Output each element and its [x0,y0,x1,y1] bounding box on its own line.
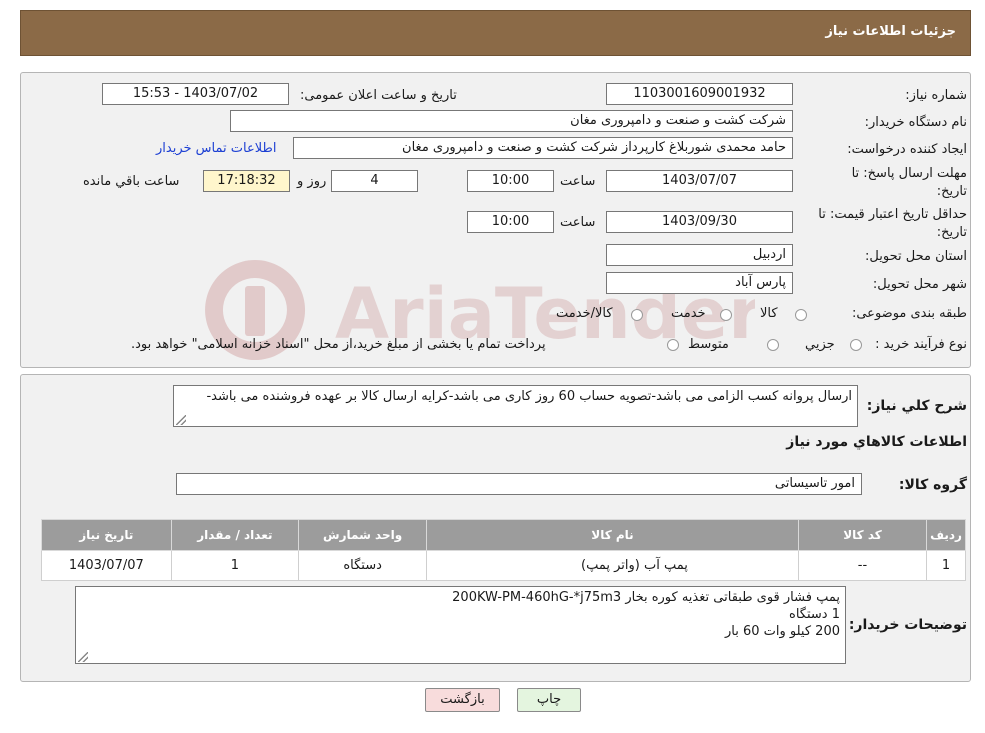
reply-deadline-label-date: تاریخ: [936,184,967,199]
reply-date-field: 1403/07/07 [606,170,793,192]
creator-label: ایجاد کننده درخواست: [847,142,967,157]
process-note: پرداخت تمام یا بخشی از مبلغ خرید،از محل … [131,337,546,352]
price-time-field: 10:00 [467,211,554,233]
page-title: جزئیات اطلاعات نیاز [825,24,956,39]
cell-quantity: 1 [170,550,300,581]
price-validity-label: حداقل تاریخ اعتبار قیمت: تا [818,207,967,222]
col-row: رديف [926,519,966,551]
col-item-name: نام کالا [426,519,799,551]
reply-deadline-label: مهلت ارسال پاسخ: تا [851,166,967,181]
cell-item-code: -- [797,550,928,581]
category-radio-goods[interactable] [795,309,807,321]
category-option-goods: کالا [760,306,778,321]
cell-row: 1 [926,550,966,581]
col-item-code: کد کالا [797,519,928,551]
reply-time-field: 10:00 [467,170,554,192]
need-number-field: 1103001609001932 [606,83,793,105]
col-quantity: تعداد / مقدار [170,519,300,551]
process-radio-medium[interactable] [767,339,779,351]
buyer-contact-link[interactable]: اطلاعات تماس خریدار [156,141,276,156]
category-option-service: خدمت [671,306,706,321]
buyer-notes-line-2: 1 دستگاه [789,607,840,622]
description-text: ارسال پروانه کسب الزامی می باشد-تصویه حس… [206,389,852,404]
buyer-notes-textarea[interactable]: پمپ فشار قوی طبقاتی تغذیه کوره بخار 200K… [75,586,846,664]
cell-unit: دستگاه [298,550,428,581]
resize-grip-icon[interactable] [78,652,88,662]
city-label: شهر محل تحویل: [872,277,967,292]
category-label: طبقه بندی موضوعی: [851,306,967,321]
creator-field: حامد محمدی شوربلاغ کارپرداز شرکت کشت و ص… [293,137,793,159]
process-label: نوع فرآیند خرید : [875,337,967,352]
announce-datetime-field: 1403/07/02 - 15:53 [102,83,289,105]
reply-time-label: ساعت [560,174,596,189]
process-option-medium: متوسط [688,337,729,352]
category-radio-goods-service[interactable] [631,309,643,321]
process-option-partial: جزیي [805,337,835,352]
need-number-label: شماره نیاز: [905,88,967,103]
days-field: 4 [331,170,418,192]
city-field: پارس آباد [606,272,793,294]
description-textarea[interactable]: ارسال پروانه کسب الزامی می باشد-تصویه حس… [173,385,858,427]
process-radio-partial[interactable] [850,339,862,351]
items-table: تاریخ نیاز تعداد / مقدار واحد شمارش نام … [41,519,966,581]
province-label: استان محل تحویل: [865,249,967,264]
description-label: شرح کلي نياز: [866,398,967,414]
table-row: 1403/07/07 1 دستگاه پمپ آب (واتر پمپ) --… [41,550,966,581]
announce-label: تاریخ و ساعت اعلان عمومی: [300,88,457,103]
resize-grip-icon[interactable] [176,415,186,425]
buyer-notes-label: توضیحات خریدار: [848,617,967,633]
remaining-time-label: ساعت باقي مانده [83,174,180,189]
price-validity-label-date: تاریخ: [936,225,967,240]
items-table-header: تاریخ نیاز تعداد / مقدار واحد شمارش نام … [41,519,966,551]
col-unit: واحد شمارش [298,519,428,551]
cell-need-date: 1403/07/07 [41,550,172,581]
price-time-label: ساعت [560,215,596,230]
goods-section-title: اطلاعات کالاهاي مورد نياز [786,434,967,450]
buyer-field: شرکت کشت و صنعت و دامپروری مغان [230,110,793,132]
remaining-time-field: 17:18:32 [203,170,290,192]
print-button[interactable]: چاپ [517,688,581,712]
buyer-label: نام دستگاه خریدار: [864,115,967,130]
buyer-notes-line-3: 200 کیلو وات 60 بار [724,624,840,639]
category-option-goods-service: کالا/خدمت [556,306,613,321]
province-field: اردبیل [606,244,793,266]
back-button[interactable]: بازگشت [425,688,500,712]
page-header: جزئیات اطلاعات نیاز [20,10,971,56]
days-label: روز و [297,174,327,189]
buyer-notes-line-1: پمپ فشار قوی طبقاتی تغذیه کوره بخار 200K… [452,590,840,605]
cell-item-name: پمپ آب (واتر پمپ) [426,550,799,581]
col-need-date: تاریخ نیاز [41,519,172,551]
goods-group-label: گروه کالا: [898,477,967,493]
treasury-checkbox[interactable] [667,339,679,351]
goods-group-field: امور تاسیساتی [176,473,862,495]
price-date-field: 1403/09/30 [606,211,793,233]
category-radio-service[interactable] [720,309,732,321]
